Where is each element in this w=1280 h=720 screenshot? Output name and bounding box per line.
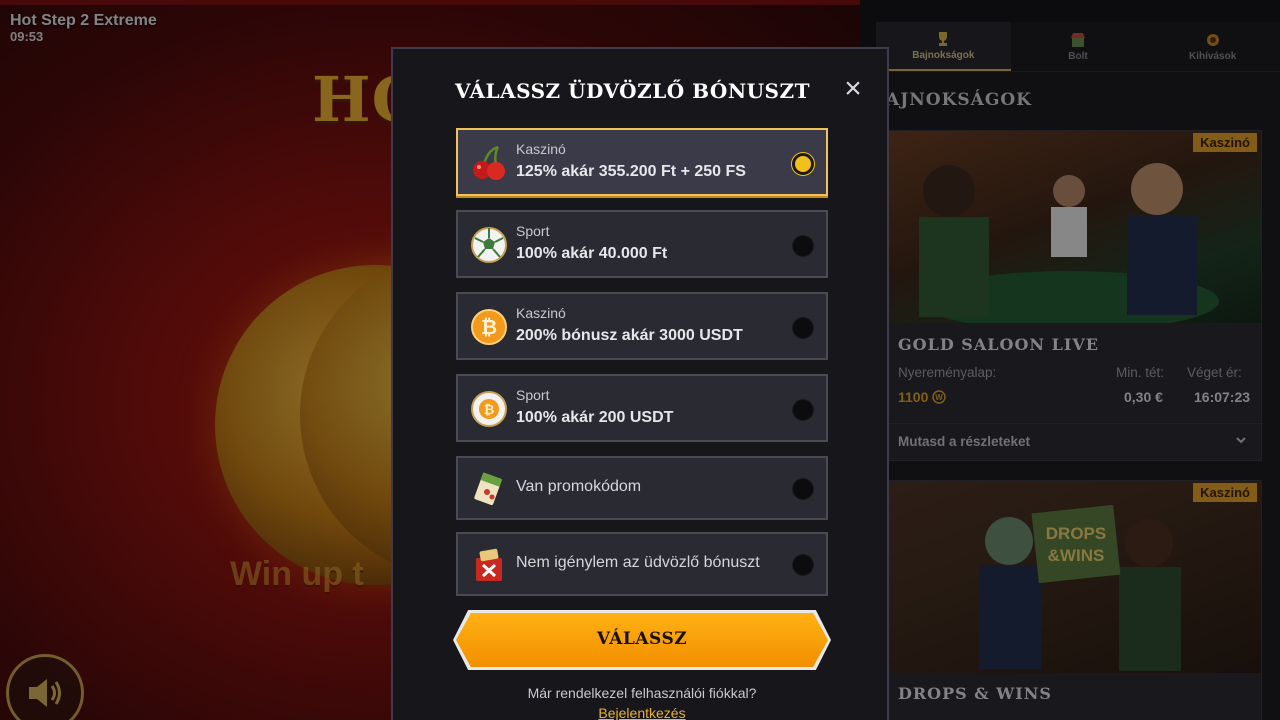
account-question: Már rendelkezel felhasználói fiókkal? [527,685,757,701]
bonus-option-casino-355200[interactable]: Kaszinó 125% akár 355.200 Ft + 250 FS [456,128,828,196]
radio-unselected[interactable] [792,317,814,339]
option-category: Kaszinó [516,305,566,321]
welcome-bonus-modal: VÁLASSZ ÜDVÖZLŐ BÓNUSZT × Kaszinó 125% a… [391,47,889,720]
radio-selected[interactable] [792,153,814,175]
login-link[interactable]: Bejelentkezés [393,705,891,720]
option-category: Kaszinó [516,141,566,157]
choose-button[interactable]: VÁLASSZ [453,610,831,670]
option-description: 100% akár 200 USDT [516,409,674,426]
svg-text:₿: ₿ [484,403,495,418]
option-description: Nem igénylem az üdvözlő bónuszt [516,554,760,571]
option-description: Van promokódom [516,478,642,495]
bitcoin-icon: ₿ [471,309,507,345]
bonus-option-sport-200usdt[interactable]: ₿ Sport 100% akár 200 USDT [456,374,828,442]
option-category: Sport [516,223,550,239]
radio-unselected[interactable] [792,478,814,500]
bitcoin-football-icon: ₿ [471,391,507,427]
modal-title: VÁLASSZ ÜDVÖZLŐ BÓNUSZT [455,79,810,103]
option-description: 100% akár 40.000 Ft [516,245,668,262]
radio-unselected[interactable] [792,399,814,421]
option-description: 125% akár 355.200 Ft + 250 FS [516,163,746,180]
bonus-option-casino-3000usdt[interactable]: ₿ Kaszinó 200% bónusz akár 3000 USDT [456,292,828,360]
option-category: Sport [516,387,550,403]
radio-unselected[interactable] [792,554,814,576]
page: Hot Step 2 Extreme 09:53 HOT STEP EX Win… [0,0,1280,720]
svg-text:₿: ₿ [481,315,497,339]
cherry-icon [473,145,505,180]
no-bonus-icon [476,548,502,581]
promo-ticket-icon [474,472,503,506]
close-icon[interactable]: × [840,74,866,104]
choose-button-label: VÁLASSZ [596,629,688,649]
bonus-option-decline[interactable]: Nem igénylem az üdvözlő bónuszt [456,532,828,596]
option-description: 200% bónusz akár 3000 USDT [516,327,743,344]
football-icon [471,227,507,263]
bonus-option-promo-code[interactable]: Van promokódom [456,456,828,520]
radio-unselected[interactable] [792,235,814,257]
bonus-option-sport-40000[interactable]: Sport 100% akár 40.000 Ft [456,210,828,278]
